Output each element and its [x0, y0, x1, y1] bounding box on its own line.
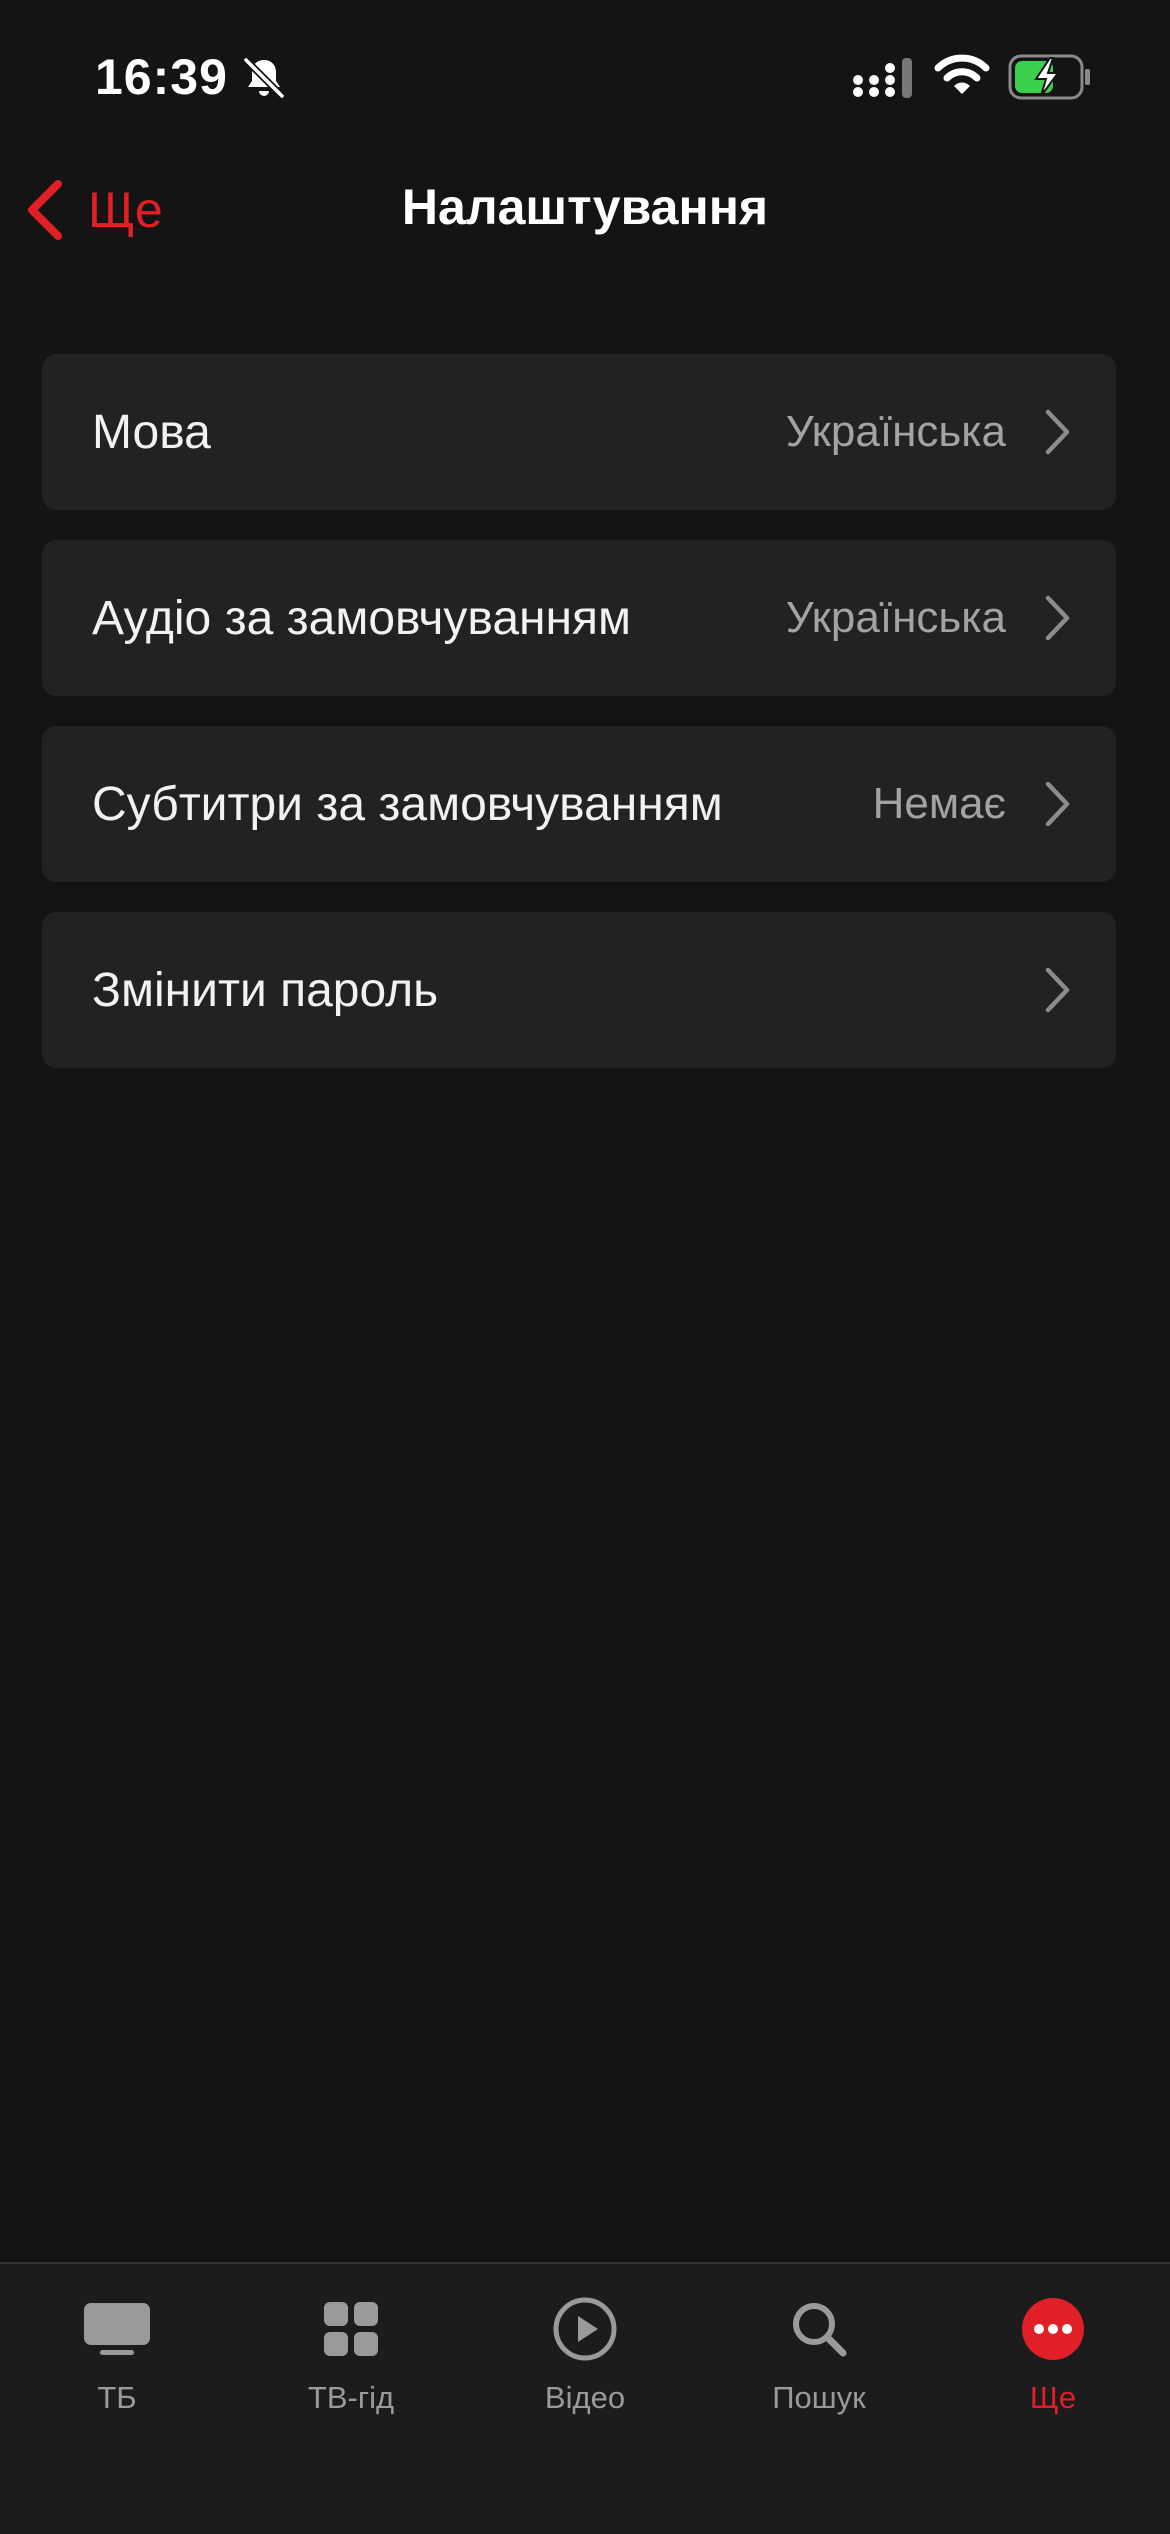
cellular-signal-icon: [853, 58, 912, 98]
settings-row-default-audio[interactable]: Аудіо за замовчуванням Українська: [42, 540, 1116, 696]
chevron-right-icon: [1045, 595, 1070, 641]
row-value: Українська: [785, 407, 1006, 456]
tab-label: ТБ: [97, 2380, 137, 2415]
tab-label: Відео: [544, 2380, 626, 2415]
settings-row-language[interactable]: Мова Українська: [42, 354, 1116, 510]
tv-icon: [84, 2303, 150, 2355]
row-label: Субтитри за замовчуванням: [92, 777, 723, 831]
tab-tv[interactable]: ТБ: [0, 2292, 234, 2452]
settings-list: Мова Українська Аудіо за замовчуванням У…: [42, 354, 1116, 1098]
tab-bar: ТБ ТВ-гід Відео Пошук Ще: [0, 2262, 1170, 2534]
grid-icon: [324, 2302, 378, 2356]
nav-header: Ще Налаштування: [0, 150, 1170, 270]
page-title: Налаштування: [401, 179, 769, 235]
status-time: 16:39: [95, 49, 228, 105]
settings-row-change-password[interactable]: Змінити пароль: [42, 912, 1116, 1068]
play-icon: [553, 2297, 617, 2361]
tab-tv-guide[interactable]: ТВ-гід: [234, 2292, 468, 2452]
settings-row-default-subtitles[interactable]: Субтитри за замовчуванням Немає: [42, 726, 1116, 882]
bell-muted-icon: [242, 56, 286, 100]
row-label: Мова: [92, 405, 211, 459]
tab-search[interactable]: Пошук: [702, 2292, 936, 2452]
tab-label: ТВ-гід: [307, 2380, 395, 2415]
row-label: Аудіо за замовчуванням: [92, 591, 632, 645]
wifi-icon: [934, 54, 990, 94]
chevron-right-icon: [1045, 781, 1070, 827]
search-icon: [793, 2303, 847, 2357]
tab-label: Пошук: [772, 2380, 866, 2415]
more-icon: [1022, 2298, 1084, 2360]
tab-video[interactable]: Відео: [468, 2292, 702, 2452]
tab-label: Ще: [1029, 2380, 1077, 2415]
chevron-right-icon: [1045, 967, 1070, 1013]
status-bar: 16:39: [0, 0, 1170, 150]
row-value: Немає: [872, 779, 1006, 828]
row-label: Змінити пароль: [92, 963, 439, 1017]
battery-charging-icon: [1008, 54, 1090, 100]
tab-more[interactable]: Ще: [936, 2292, 1170, 2452]
chevron-right-icon: [1045, 409, 1070, 455]
row-value: Українська: [785, 593, 1006, 642]
